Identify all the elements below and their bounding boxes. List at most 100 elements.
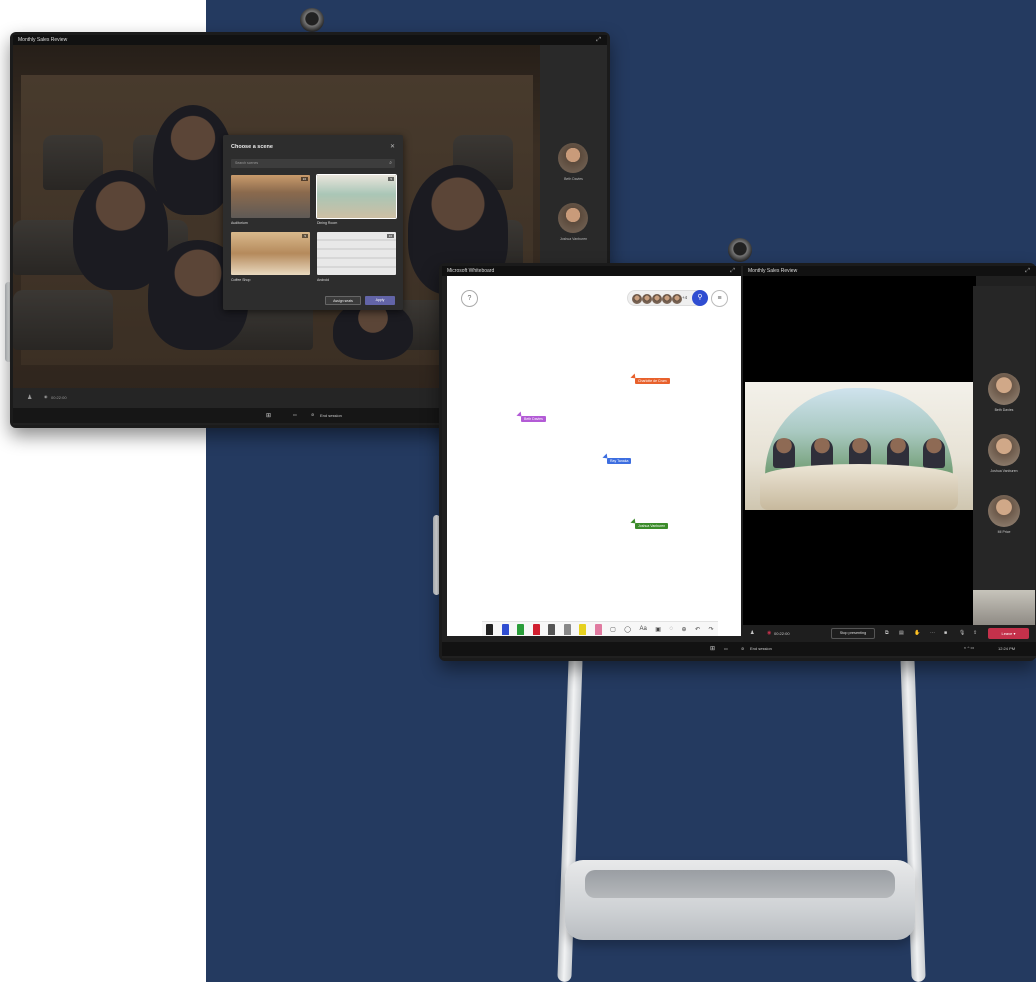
self-view-video: [973, 590, 1035, 628]
meeting-stage: [743, 276, 976, 644]
share-tray-icon[interactable]: ⧉: [885, 630, 889, 636]
avatar: [988, 434, 1020, 466]
help-button[interactable]: ?: [461, 290, 478, 307]
camera-toggle-icon[interactable]: ■: [944, 630, 947, 636]
expand-icon[interactable]: ⤢: [730, 266, 735, 276]
raise-hand-icon[interactable]: ✋: [914, 630, 920, 636]
cursor-label: Joshua Vanburen: [635, 523, 669, 529]
redo-icon[interactable]: ↷: [709, 626, 714, 633]
share-screen-icon[interactable]: ⇪: [973, 630, 977, 636]
undo-icon[interactable]: ↶: [695, 626, 700, 633]
cursor-label: Beth Davies: [521, 416, 546, 422]
close-icon[interactable]: ✕: [390, 143, 395, 150]
people-icon[interactable]: ♟: [27, 394, 32, 401]
participant-video: [773, 438, 795, 468]
meeting-controls: ♟ ◉ 00:22:00 Stop presenting ⧉ ▤ ✋ ⋯ ■ 🎙…: [743, 625, 1036, 642]
scene-thumbnail-dining-room[interactable]: 5: [316, 174, 397, 219]
windows-icon[interactable]: ⊞: [710, 645, 715, 652]
scene-thumbnail-auditorium[interactable]: 16: [231, 175, 310, 218]
participant-name: Joshua Vanburen: [990, 469, 1018, 473]
image-icon[interactable]: ▣: [655, 626, 661, 633]
share-icon[interactable]: ⚲: [692, 290, 708, 306]
participant-name: MI Price: [997, 530, 1011, 534]
participant-video: [923, 438, 945, 468]
participant-name: Beth Davies: [564, 177, 583, 181]
whiteboard-titlebar: Microsoft Whiteboard ⤢: [442, 266, 741, 276]
stop-presenting-button[interactable]: Stop presenting: [831, 628, 875, 639]
avatar: [988, 495, 1020, 527]
capacity-badge: 5: [388, 177, 394, 181]
inking-toolbar: ▢ ◯ Aa ▣ ◌ ⊕ ↶ ↷: [482, 621, 718, 636]
task-view-icon[interactable]: ▭: [724, 646, 728, 651]
scene-thumbnail-coffee-shop[interactable]: 5: [231, 232, 310, 275]
pen-tool[interactable]: [532, 623, 540, 635]
end-session-icon[interactable]: ⊘: [311, 412, 314, 417]
leave-label: Leave: [1001, 631, 1013, 636]
avatar: [558, 203, 588, 233]
expand-icon[interactable]: ⤢: [596, 35, 601, 45]
apply-button[interactable]: Apply: [365, 296, 395, 305]
record-icon: ◉: [767, 630, 772, 636]
pen-tool[interactable]: [548, 623, 556, 635]
choose-scene-dialog: Choose a scene ✕ Search scenes ⌕ 16 Audi…: [223, 135, 403, 310]
scene-search-input[interactable]: Search scenes ⌕: [231, 159, 395, 168]
collaborator-cursor: Joshua Vanburen: [630, 518, 669, 529]
meeting-title: Monthly Sales Review: [748, 268, 798, 274]
collaborator-cursor: Charlotte de Crum: [630, 373, 670, 384]
pen-tool[interactable]: [501, 623, 509, 635]
expand-icon[interactable]: ⤢: [1025, 266, 1030, 276]
leave-button[interactable]: Leave ▾: [988, 628, 1029, 639]
highlighter-tool[interactable]: [579, 623, 587, 635]
lasso-icon[interactable]: ◌: [669, 626, 673, 632]
end-session-label[interactable]: End session: [750, 646, 772, 651]
pen-tool[interactable]: [486, 623, 494, 635]
search-placeholder: Search scenes: [235, 161, 259, 165]
right-device: Microsoft Whiteboard ⤢ Monthly Sales Rev…: [439, 263, 1036, 661]
call-timer: 00:22:00: [774, 631, 790, 636]
collaborator-cursor: Ray Tanaka: [602, 453, 632, 464]
windows-icon[interactable]: ⊞: [266, 412, 271, 419]
camera-icon: [728, 238, 752, 262]
people-icon[interactable]: ♟: [750, 630, 754, 636]
cursor-label: Ray Tanaka: [607, 458, 632, 464]
call-timer: 00:22:00: [51, 395, 67, 400]
add-icon[interactable]: ⊕: [682, 626, 687, 633]
pen-tool[interactable]: [563, 623, 571, 635]
menu-icon[interactable]: ≡: [711, 290, 728, 307]
sticky-note-icon[interactable]: ▢: [610, 626, 616, 633]
more-options-icon[interactable]: ⋯: [930, 630, 935, 636]
participant-video: [887, 438, 909, 468]
avatar: [652, 294, 662, 304]
meeting-titlebar: Monthly Sales Review ⤢: [743, 266, 1036, 276]
search-icon: ⌕: [389, 160, 392, 166]
assign-seats-button[interactable]: Assign seats: [325, 296, 361, 305]
dining-table: [760, 464, 958, 510]
participant-rail: Beth Davies Joshua Vanburen MI Price: [973, 286, 1035, 626]
stand-tray: [565, 860, 915, 940]
camera-icon: [300, 8, 324, 32]
participant-name: Joshua Vanburen: [559, 237, 588, 241]
window-titlebar: Monthly Sales Review ⤢: [13, 35, 607, 45]
pen-tool[interactable]: [517, 623, 525, 635]
highlighter-tool[interactable]: [594, 623, 602, 635]
scene-label: Android: [317, 278, 330, 282]
scene-label: Auditorium: [231, 221, 248, 225]
end-session-label[interactable]: End session: [320, 413, 342, 418]
microphone-icon[interactable]: 🎙: [959, 630, 965, 636]
scene-thumbnail-android[interactable]: 16: [317, 232, 396, 275]
extra-count: +4: [682, 295, 688, 300]
participant-video: [811, 438, 833, 468]
avatar: [988, 373, 1020, 405]
whiteboard-canvas[interactable]: ? +4 ⚲ ≡ Charlotte de Crum Beth Davies R…: [447, 276, 741, 636]
cursor-label: Charlotte de Crum: [635, 378, 670, 384]
end-session-icon[interactable]: ⊘: [741, 646, 744, 651]
comment-icon[interactable]: ◯: [624, 626, 631, 633]
whiteboard-icon[interactable]: ▤: [899, 630, 904, 636]
together-mode-video: [745, 382, 973, 510]
tray-icons[interactable]: ◐ ^ ▭: [964, 645, 974, 650]
task-view-icon[interactable]: ▭: [293, 412, 297, 417]
right-screen: Microsoft Whiteboard ⤢ Monthly Sales Rev…: [442, 266, 1036, 658]
text-icon[interactable]: Aa: [639, 626, 646, 632]
system-clock: 12:24 PM: [998, 646, 1016, 651]
scene-label: Coffee Shop: [231, 278, 251, 282]
